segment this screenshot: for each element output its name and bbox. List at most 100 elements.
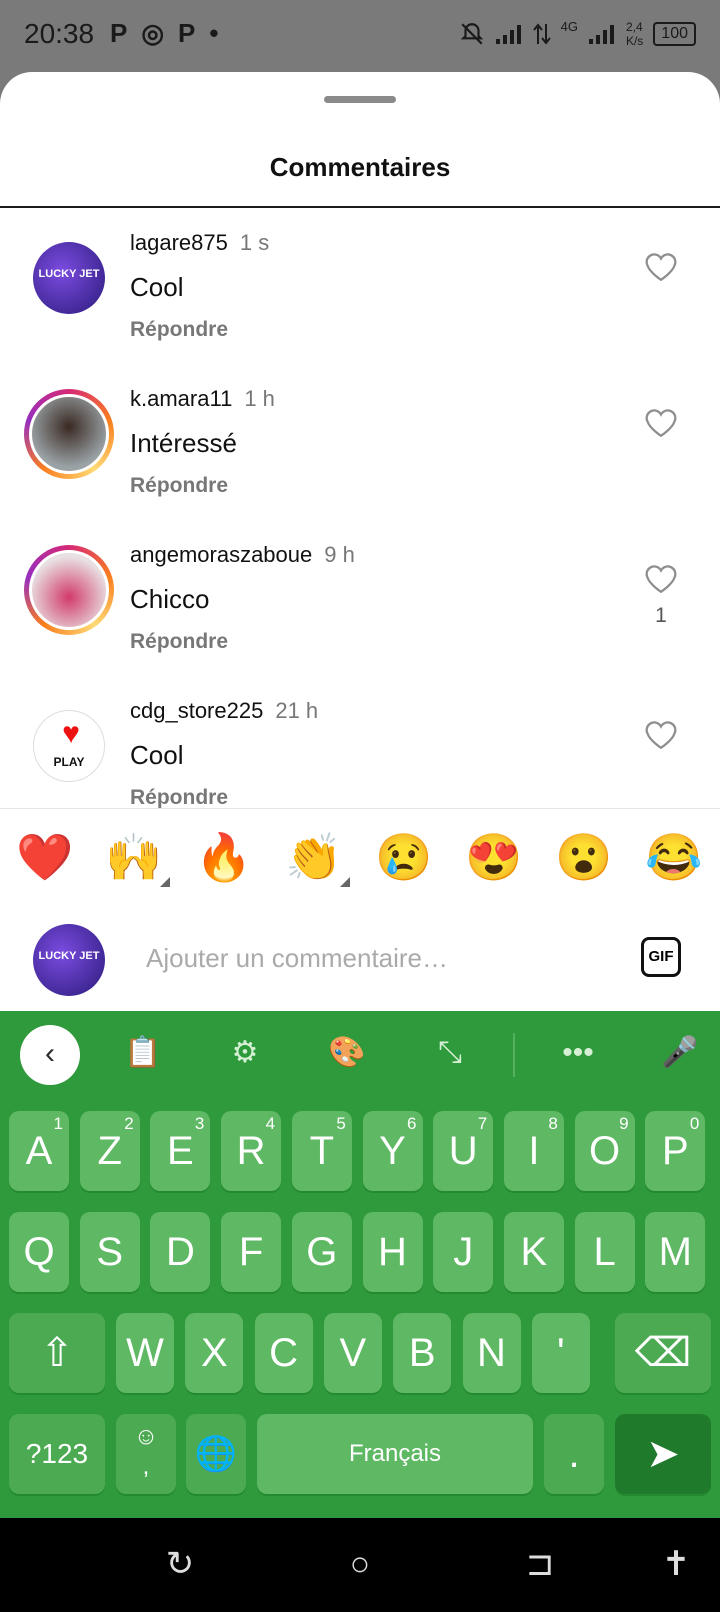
key-p[interactable]: P0 bbox=[645, 1111, 706, 1191]
variant-indicator bbox=[160, 877, 170, 887]
key-h[interactable]: H bbox=[362, 1212, 423, 1292]
comment-username[interactable]: angemoraszaboue bbox=[130, 542, 312, 567]
shift-key[interactable]: ⇧ bbox=[9, 1313, 105, 1393]
heart-icon[interactable] bbox=[644, 718, 678, 752]
avatar[interactable] bbox=[24, 389, 114, 479]
key-hint: 4 bbox=[265, 1114, 276, 1133]
comment-item: angemoraszaboue 9 h Chicco Répondre 1 bbox=[0, 522, 720, 682]
reply-button[interactable]: Répondre bbox=[130, 474, 228, 498]
backspace-key[interactable]: ⌫ bbox=[615, 1313, 711, 1393]
avatar[interactable] bbox=[24, 545, 114, 635]
comment-header: lagare875 1 s bbox=[130, 230, 269, 256]
emoji-laughing[interactable]: 😂 bbox=[644, 827, 704, 887]
key-z[interactable]: Z2 bbox=[79, 1111, 140, 1191]
key-hint: 9 bbox=[619, 1114, 629, 1133]
comment-time: 1 h bbox=[244, 386, 275, 411]
key-u[interactable]: U7 bbox=[433, 1111, 494, 1191]
heart-icon[interactable] bbox=[644, 562, 678, 596]
emoji-crying[interactable]: 😢 bbox=[374, 827, 434, 887]
key-n[interactable]: N bbox=[462, 1313, 521, 1393]
key-b[interactable]: B bbox=[393, 1313, 452, 1393]
microphone-icon[interactable]: 🎤 bbox=[660, 1033, 700, 1073]
key-label: P bbox=[661, 1129, 689, 1173]
comment-item: k.amara11 1 h Intéressé Répondre bbox=[0, 366, 720, 526]
key-f[interactable]: F bbox=[221, 1212, 282, 1292]
keyboard-toolbar: ‹ 📋 ⚙ 🎨 ⤡ ••• 🎤 bbox=[0, 1011, 720, 1097]
emoji-comma-key[interactable]: ☺, bbox=[116, 1414, 176, 1494]
gif-button[interactable]: GIF bbox=[641, 937, 681, 977]
key-j[interactable]: J bbox=[433, 1212, 494, 1292]
symbols-key[interactable]: ?123 bbox=[9, 1414, 105, 1494]
key-hint: 6 bbox=[407, 1114, 417, 1133]
key-s[interactable]: S bbox=[79, 1212, 140, 1292]
emoji-fire[interactable]: 🔥 bbox=[194, 827, 254, 887]
reply-button[interactable]: Répondre bbox=[130, 318, 228, 342]
key-g[interactable]: G bbox=[291, 1212, 352, 1292]
mute-bell-icon bbox=[460, 23, 483, 45]
home-icon[interactable]: ○ bbox=[336, 1540, 384, 1588]
key-l[interactable]: L bbox=[574, 1212, 635, 1292]
comment-item: LUCKY JET lagare875 1 s Cool Répondre bbox=[0, 210, 720, 370]
gear-icon[interactable]: ⚙ bbox=[225, 1033, 265, 1073]
palette-icon[interactable]: 🎨 bbox=[327, 1033, 367, 1073]
send-icon[interactable]: ➤ bbox=[615, 1414, 711, 1494]
key-r[interactable]: R4 bbox=[221, 1111, 282, 1191]
key-k[interactable]: K bbox=[503, 1212, 564, 1292]
emoji-surprised[interactable]: 😮 bbox=[554, 827, 614, 887]
accessibility-icon[interactable]: ✝ bbox=[652, 1540, 700, 1588]
comment-username[interactable]: cdg_store225 bbox=[130, 698, 263, 723]
back-icon[interactable]: ⊐ bbox=[516, 1540, 564, 1588]
comment-time: 9 h bbox=[324, 542, 355, 567]
header-divider bbox=[0, 206, 720, 208]
key-c[interactable]: C bbox=[254, 1313, 313, 1393]
drag-handle[interactable] bbox=[324, 96, 396, 103]
resize-icon[interactable]: ⤡ bbox=[430, 1033, 470, 1073]
space-bar[interactable]: Français bbox=[257, 1414, 533, 1494]
key-a[interactable]: A1 bbox=[9, 1111, 69, 1191]
signal-icon bbox=[495, 25, 521, 44]
key-hint: 2 bbox=[124, 1114, 134, 1133]
key-label: Y bbox=[379, 1129, 406, 1173]
key-e[interactable]: E3 bbox=[150, 1111, 211, 1191]
reply-button[interactable]: Répondre bbox=[130, 630, 228, 654]
emoji-quick-bar: ❤️ 🙌 🔥 👏 😢 😍 😮 😂 bbox=[0, 808, 720, 906]
key-x[interactable]: X bbox=[185, 1313, 244, 1393]
emoji-clap[interactable]: 👏 bbox=[284, 827, 350, 887]
comment-input[interactable] bbox=[144, 935, 608, 981]
key-y[interactable]: Y6 bbox=[362, 1111, 423, 1191]
period-key[interactable]: . bbox=[544, 1414, 604, 1494]
chevron-left-icon[interactable]: ‹ bbox=[20, 1025, 80, 1085]
key-i[interactable]: I8 bbox=[503, 1111, 564, 1191]
like-count[interactable]: 1 bbox=[644, 604, 678, 628]
recent-apps-icon[interactable]: ↻ bbox=[156, 1540, 204, 1588]
clipboard-icon[interactable]: 📋 bbox=[123, 1033, 163, 1073]
key-w[interactable]: W bbox=[116, 1313, 174, 1393]
key-label: A bbox=[25, 1129, 53, 1173]
heart-icon[interactable] bbox=[644, 406, 678, 440]
emoji-raised-hands[interactable]: 🙌 bbox=[104, 827, 170, 887]
comment-username[interactable]: k.amara11 bbox=[130, 386, 232, 411]
globe-icon[interactable]: 🌐 bbox=[186, 1414, 246, 1494]
key-hint: 7 bbox=[477, 1114, 488, 1133]
avatar[interactable]: ♥ PLAY bbox=[33, 710, 105, 782]
heart-icon[interactable] bbox=[644, 250, 678, 284]
key-v[interactable]: V bbox=[323, 1313, 382, 1393]
key-t[interactable]: T5 bbox=[291, 1111, 352, 1191]
emoji-heart-eyes[interactable]: 😍 bbox=[464, 827, 524, 887]
key-q[interactable]: Q bbox=[9, 1212, 69, 1292]
avatar-logo-text: PLAY bbox=[53, 755, 85, 769]
comment-item: ♥ PLAY cdg_store225 21 h Cool Répondre bbox=[0, 678, 720, 810]
emoji-heart[interactable]: ❤️ bbox=[15, 827, 75, 887]
more-icon[interactable]: ••• bbox=[558, 1033, 598, 1073]
comment-header: cdg_store225 21 h bbox=[130, 698, 318, 724]
avatar-logo-text: LUCKY JET bbox=[38, 950, 100, 962]
comment-username[interactable]: lagare875 bbox=[130, 230, 228, 255]
avatar[interactable]: LUCKY JET bbox=[33, 242, 105, 314]
reply-button[interactable]: Répondre bbox=[130, 786, 228, 810]
key-apostrophe[interactable]: ' bbox=[531, 1313, 590, 1393]
key-m[interactable]: M bbox=[645, 1212, 706, 1292]
key-o[interactable]: O9 bbox=[574, 1111, 635, 1191]
key-hint: 0 bbox=[689, 1114, 700, 1133]
heart-logo-icon: ♥ bbox=[62, 717, 80, 750]
key-d[interactable]: D bbox=[150, 1212, 211, 1292]
